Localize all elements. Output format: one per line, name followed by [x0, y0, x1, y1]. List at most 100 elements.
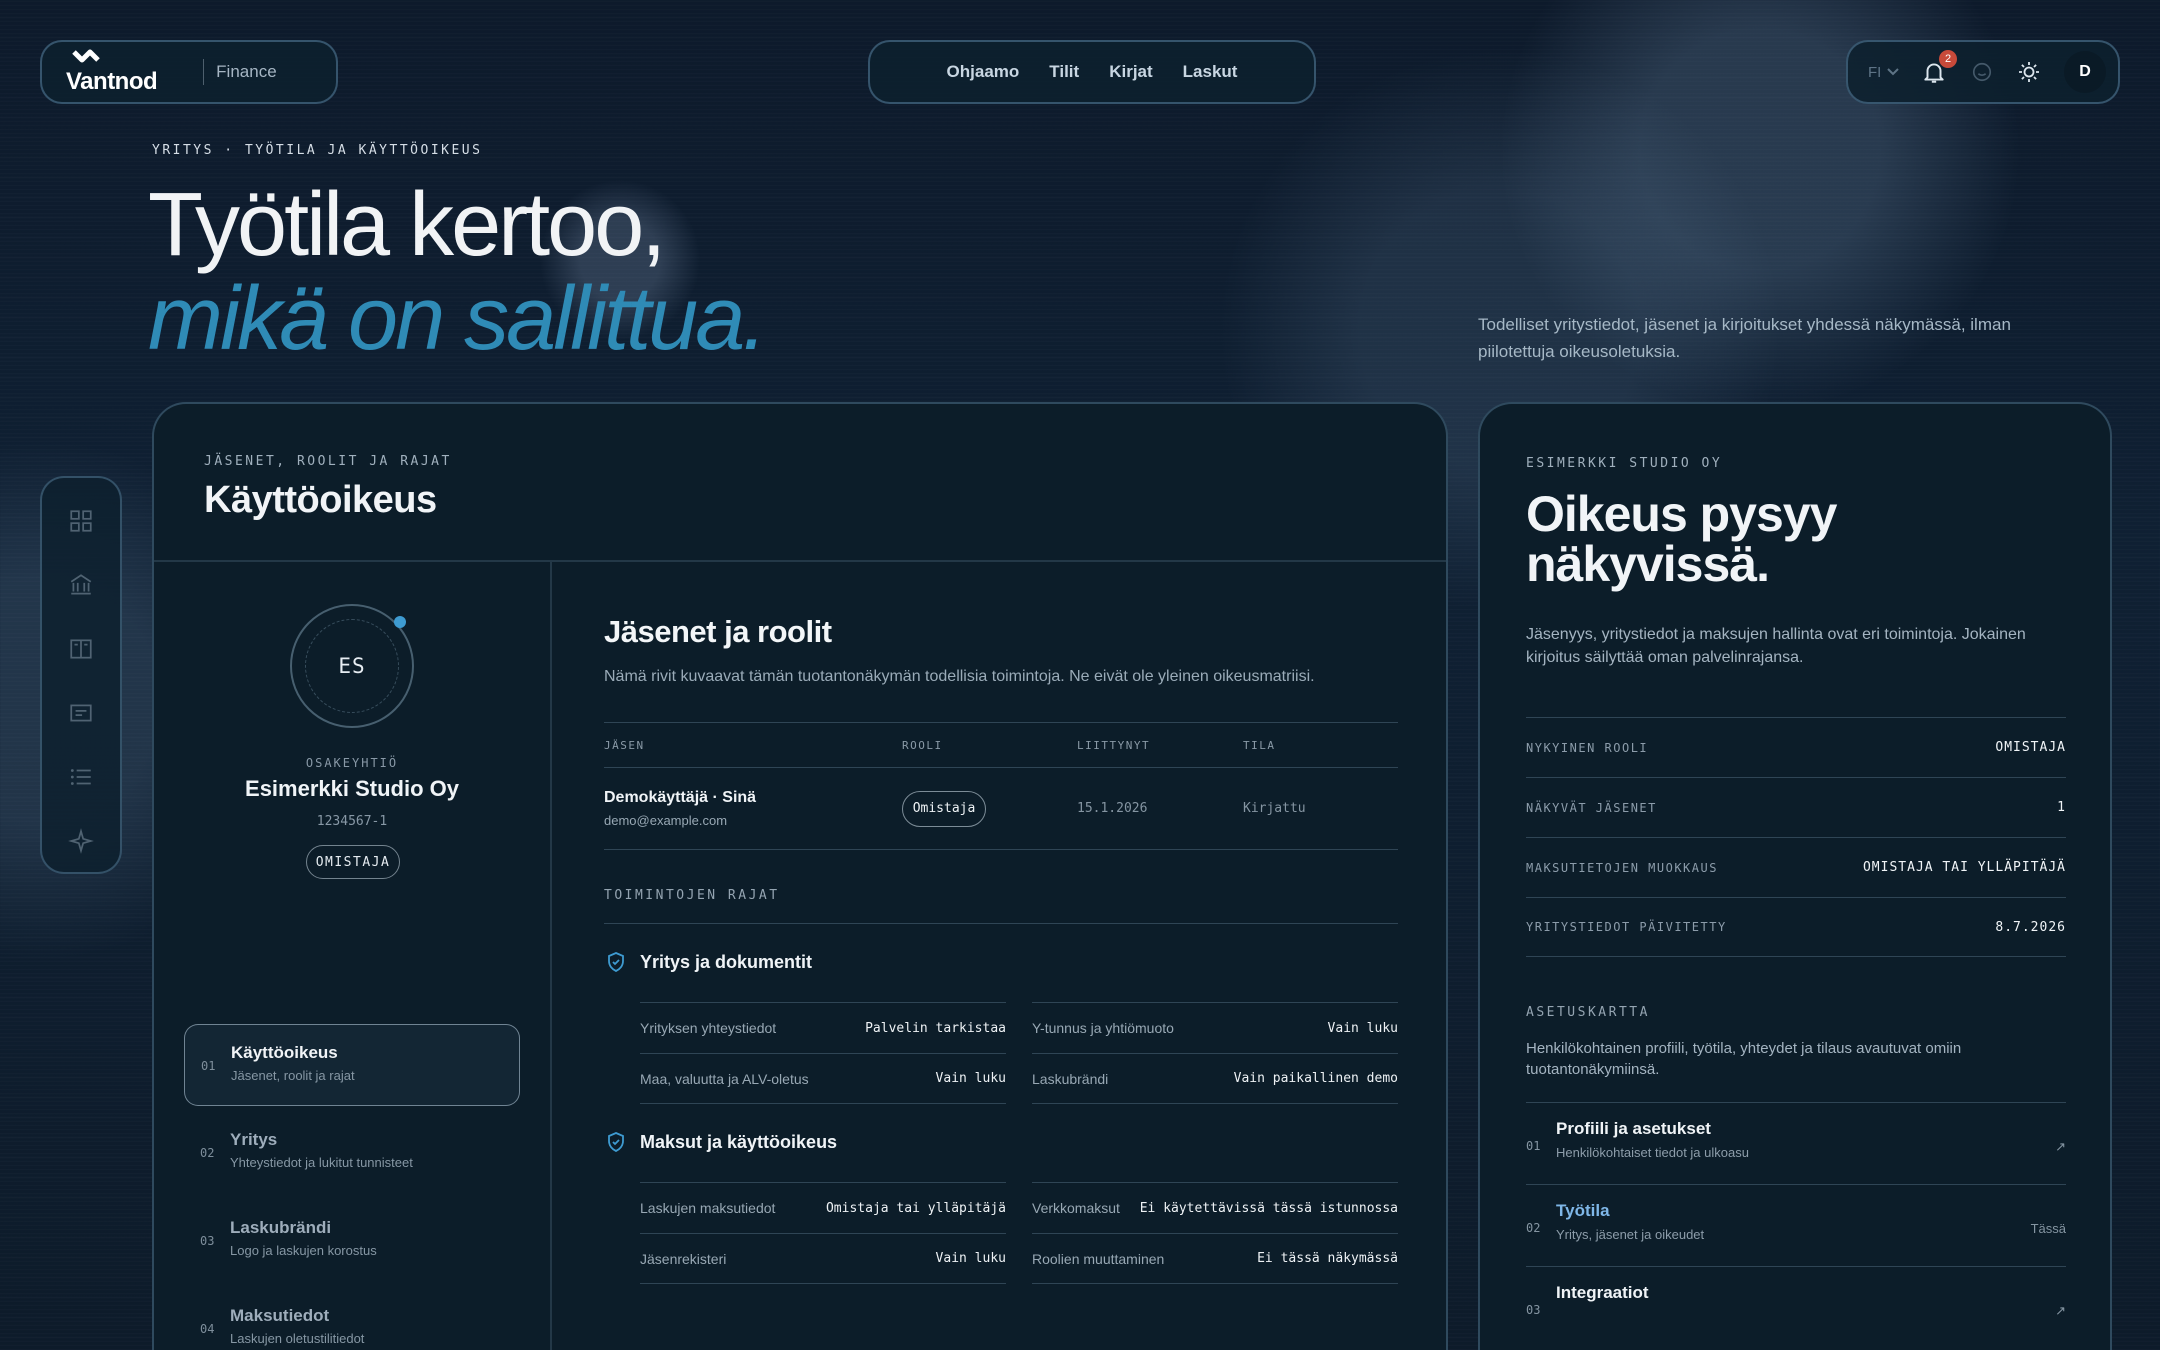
limits-label: TOIMINTOJEN RAJAT	[604, 888, 1398, 924]
limit-key: Roolien muuttaminen	[1032, 1250, 1165, 1267]
map-title: Profiili ja asetukset	[1556, 1119, 1711, 1138]
nav-ohjaamo[interactable]: Ohjaamo	[947, 62, 1020, 82]
map-title: Työtila	[1556, 1201, 1610, 1220]
limit-item: Laskubrändi Vain paikallinen demo	[1032, 1053, 1398, 1104]
limits-grid: Laskujen maksutiedot Omistaja tai ylläpit…	[640, 1182, 1398, 1284]
map-item-workspace[interactable]: 02 Työtila Yritys, jäsenet ja oikeudet T…	[1526, 1184, 2066, 1266]
fact-value: 8.7.2026	[1995, 919, 2066, 935]
summary-eyebrow: ESIMERKKI STUDIO OY	[1526, 456, 1723, 471]
limit-value: Palvelin tarkistaa	[865, 1020, 1006, 1036]
nav-laskut[interactable]: Laskut	[1183, 62, 1238, 82]
book-icon[interactable]	[68, 636, 94, 662]
limit-key: Y-tunnus ja yhtiömuoto	[1032, 1020, 1174, 1036]
members-description: Nämä rivit kuvaavat tämän tuotantonäkymä…	[604, 668, 1315, 685]
map-item-integrations[interactable]: 03 Integraatiot ↗	[1526, 1266, 2066, 1348]
support-button[interactable]	[1969, 59, 1995, 85]
limits-group-payments: Maksut ja käyttöoikeus Laskujen maksutie…	[604, 1126, 1398, 1284]
bank-icon[interactable]	[68, 572, 94, 598]
settings-map-list: 01 Profiili ja asetukset Henkilökohtaise…	[1526, 1102, 2066, 1348]
limit-key: Laskubrändi	[1032, 1070, 1109, 1087]
dashboard-icon[interactable]	[68, 508, 94, 534]
settings-map-label: ASETUSKARTTA	[1526, 1005, 1650, 1020]
menu-item-maksutiedot[interactable]: 04 Maksutiedot Laskujen oletustilitiedot	[184, 1288, 520, 1350]
limit-value: Vain luku	[935, 1251, 1006, 1266]
language-select[interactable]: FI	[1868, 63, 1900, 81]
fact-key: NÄKYVÄT JÄSENET	[1526, 800, 1657, 815]
fact-row: MAKSUTIETOJEN MUOKKAUS OMISTAJA TAI YLLÄP…	[1526, 837, 2066, 897]
notification-badge: 2	[1939, 50, 1957, 68]
sparkle-icon[interactable]	[68, 828, 94, 854]
members-table-header: JÄSEN ROOLI LIITTYNYT TILA	[604, 722, 1398, 768]
fact-value: OMISTAJA	[1995, 740, 2066, 755]
product-name: Finance	[216, 62, 277, 81]
role-badge: OMISTAJA	[306, 845, 400, 879]
access-card-header: JÄSENET, ROOLIT JA RAJAT Käyttöoikeus	[154, 404, 1446, 562]
limit-key: Yrityksen yhteystiedot	[640, 1020, 777, 1036]
menu-title: Laskubrändi	[230, 1218, 332, 1237]
access-eyebrow: JÄSENET, ROOLIT JA RAJAT	[204, 454, 452, 469]
members-title: Jäsenet ja roolit	[604, 614, 832, 649]
member-email: demo@example.com	[604, 813, 728, 828]
menu-title: Maksutiedot	[230, 1306, 330, 1325]
joined-date: 15.1.2026	[1077, 801, 1148, 816]
menu-subtitle: Laskujen oletustilitiedot	[230, 1331, 365, 1346]
chevron-down-icon	[1887, 68, 1900, 76]
member-cell: Demokäyttäjä · Sinä demo@example.com	[604, 789, 902, 828]
member-status: Kirjattu	[1243, 801, 1306, 816]
map-item-profile[interactable]: 01 Profiili ja asetukset Henkilökohtaise…	[1526, 1102, 2066, 1184]
summary-title: Oikeus pysyy näkyvissä.	[1526, 489, 2066, 589]
limit-key: Jäsenrekisteri	[640, 1250, 727, 1267]
settings-map-description: Henkilökohtainen profiili, työtila, yhte…	[1526, 1040, 1962, 1078]
summary-facts: NYKYINEN ROOLI OMISTAJA NÄKYVÄT JÄSENET 1 …	[1526, 717, 2066, 957]
side-rail	[40, 476, 122, 874]
hero-title: Työtila kertoo, mikä on sallittua.	[148, 178, 767, 366]
fact-value: OMISTAJA TAI YLLÄPITÄJÄ	[1862, 860, 2066, 875]
fact-key: YRITYSTIEDOT PÄIVITETTY	[1526, 920, 1727, 934]
nav-tilit[interactable]: Tilit	[1049, 62, 1079, 82]
menu-number: 02	[200, 1146, 215, 1160]
theme-toggle[interactable]	[2016, 59, 2042, 85]
limit-value: Ei tässä näkymässä	[1257, 1251, 1398, 1266]
access-title: Käyttöoikeus	[204, 479, 437, 521]
menu-subtitle: Jäsenet, roolit ja rajat	[231, 1068, 355, 1083]
fact-key: NYKYINEN ROOLI	[1526, 740, 1649, 755]
map-number: 02	[1526, 1221, 1541, 1235]
limit-item: Laskujen maksutiedot Omistaja tai ylläpit…	[640, 1182, 1006, 1233]
limit-item: Maa, valuutta ja ALV-oletus Vain luku	[640, 1053, 1006, 1104]
limits-group-company: Yritys ja dokumentit Yrityksen yhteystie…	[604, 946, 1398, 1104]
column-header: LIITTYNYT	[1077, 738, 1151, 752]
fact-key: MAKSUTIETOJEN MUOKKAUS	[1526, 860, 1718, 875]
limit-item: Yrityksen yhteystiedot Palvelin tarkistaa	[640, 1002, 1006, 1053]
group-header: Maksut ja käyttöoikeus	[604, 1126, 1398, 1158]
limit-item: Jäsenrekisteri Vain luku	[640, 1233, 1006, 1284]
invoice-icon[interactable]	[68, 700, 94, 726]
external-link-icon: ↗	[2055, 1303, 2066, 1318]
company-avatar: ES	[290, 604, 414, 728]
map-title: Integraatiot	[1556, 1283, 1649, 1302]
limit-value: Vain luku	[935, 1071, 1006, 1086]
notifications-button[interactable]: 2	[1921, 50, 1957, 85]
menu-item-laskubrandi[interactable]: 03 Laskubrändi Logo ja laskujen korostus	[184, 1200, 520, 1282]
menu-title: Käyttöoikeus	[231, 1043, 338, 1062]
shield-icon	[608, 1132, 624, 1152]
column-header: TILA	[1243, 738, 1276, 752]
map-number: 01	[1526, 1139, 1541, 1153]
table-row[interactable]: Demokäyttäjä · Sinä demo@example.com Omi…	[604, 768, 1398, 850]
limits-grid: Yrityksen yhteystiedot Palvelin tarkistaa…	[640, 1002, 1398, 1104]
summary-title-line2: näkyvissä.	[1526, 536, 1770, 592]
menu-item-yritys[interactable]: 02 Yritys Yhteystiedot ja lukitut tunnis…	[184, 1112, 520, 1194]
list-icon[interactable]	[68, 764, 94, 790]
map-subtitle: Yritys, jäsenet ja oikeudet	[1556, 1227, 1705, 1242]
brand-pill[interactable]: Vantnod Finance	[40, 40, 338, 104]
external-link-icon: ↗	[2055, 1139, 2066, 1154]
language-value: FI	[1868, 63, 1882, 81]
limit-item: Verkkomaksut Ei käytettävissä tässä istun…	[1032, 1182, 1398, 1233]
group-title: Maksut ja käyttöoikeus	[640, 1131, 838, 1152]
menu-number: 04	[200, 1322, 215, 1336]
user-avatar[interactable]: D	[2063, 51, 2106, 93]
menu-number: 01	[201, 1059, 216, 1073]
company-panel: ES OSAKEYHTIÖ Esimerkki Studio Oy 123456…	[154, 562, 552, 1350]
nav-kirjat[interactable]: Kirjat	[1109, 62, 1152, 82]
member-name: Demokäyttäjä · Sinä	[604, 789, 757, 806]
menu-item-kayttooikeus[interactable]: 01 Käyttöoikeus Jäsenet, roolit ja rajat	[184, 1024, 520, 1106]
